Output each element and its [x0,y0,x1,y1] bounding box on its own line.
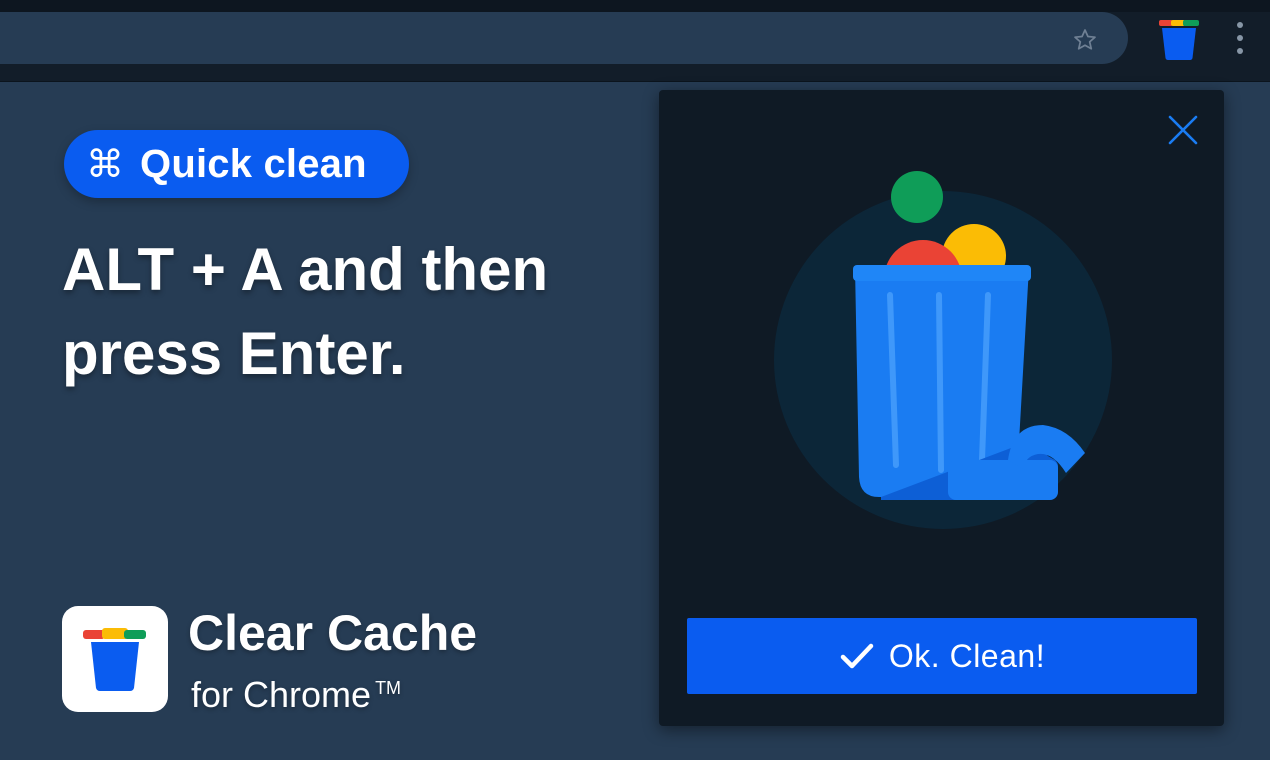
bucket-rim [853,265,1031,281]
badge-label: Quick clean [140,141,367,186]
star-icon[interactable] [1072,27,1098,53]
check-icon [840,643,874,669]
ok-button-label: Ok. Clean! [888,637,1046,674]
dustpan [948,460,1058,500]
headline: ALT + A and then press Enter. [62,236,549,387]
quick-clean-badge: ⌘ Quick clean [64,130,409,198]
product-subtitle: for Chrome TM [191,674,401,716]
close-icon[interactable] [1167,114,1199,146]
command-key-icon: ⌘ [86,142,124,186]
extension-popup: Ok. Clean! [659,90,1224,726]
trash-bucket-icon[interactable] [1157,18,1201,62]
product-sub-text: for Chrome [191,674,372,715]
trash-can-illustration [774,171,1112,529]
green-ball [891,171,943,223]
trash-bucket-icon [83,628,146,691]
tab-strip [0,0,1270,12]
ok-clean-button[interactable]: Ok. Clean! [687,618,1197,694]
more-vert-icon[interactable] [1230,20,1250,60]
trademark-symbol: TM [375,678,402,698]
browser-toolbar [0,0,1270,82]
app-logo [62,606,168,712]
address-bar[interactable] [0,12,1128,64]
product-name: Clear Cache [188,605,478,661]
